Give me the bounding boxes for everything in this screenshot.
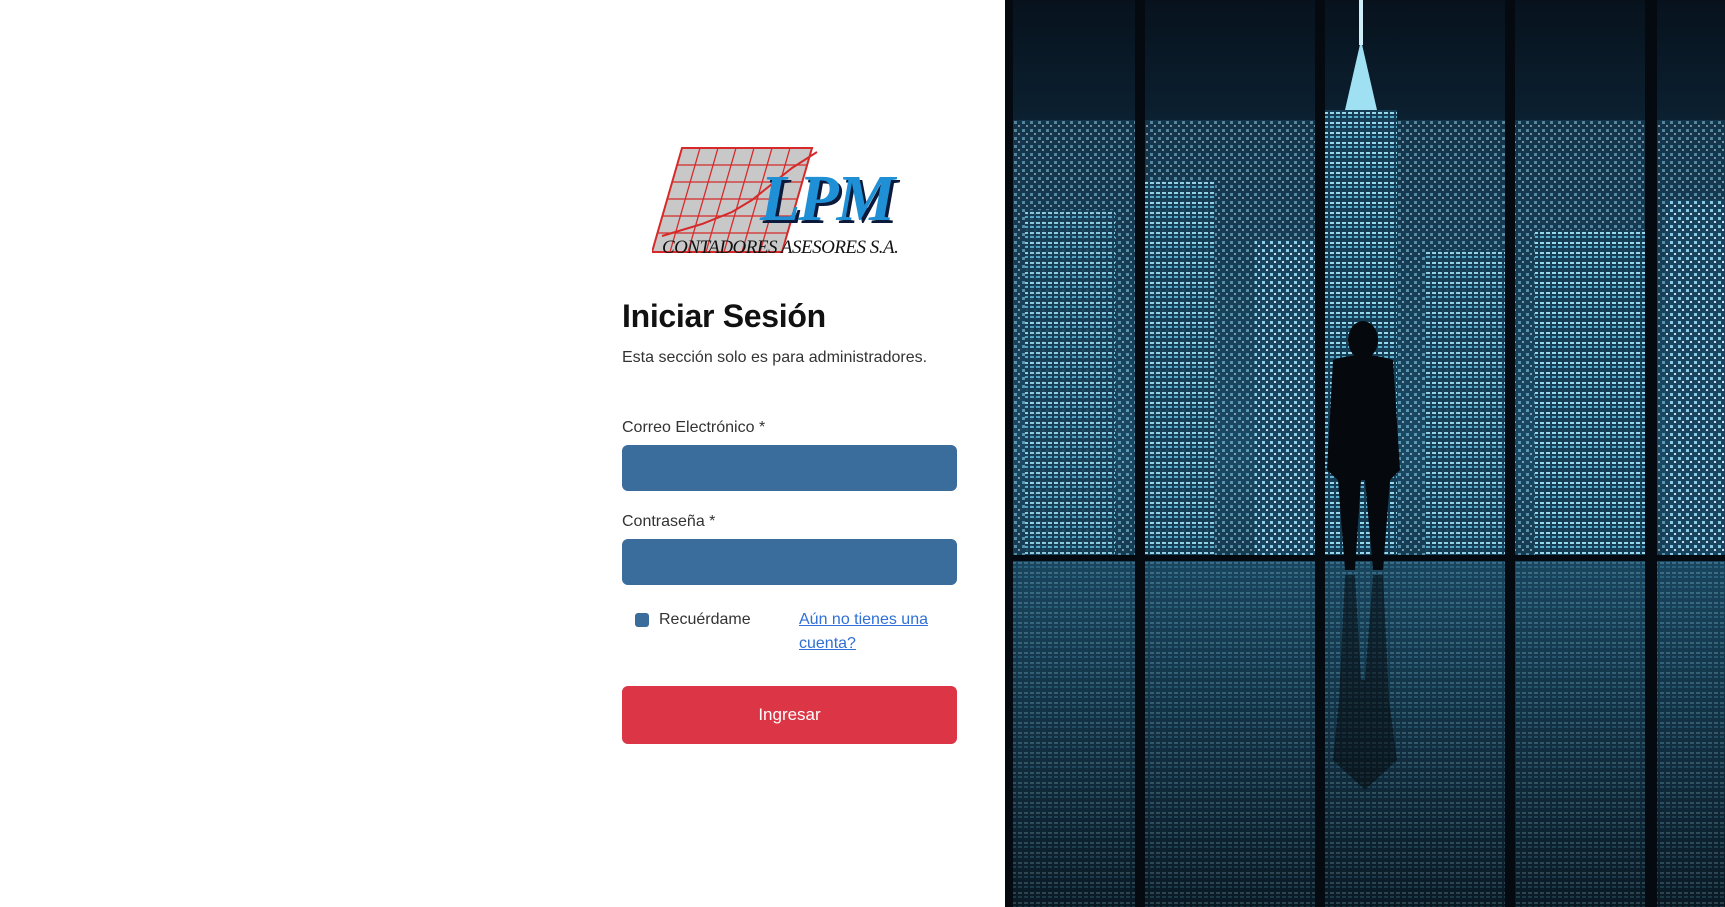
city-skyline-image	[1005, 0, 1725, 907]
login-submit-button[interactable]: Ingresar	[622, 686, 957, 744]
company-logo: LPM CONTADORES ASESORES S.A.	[652, 140, 932, 260]
login-panel: LPM CONTADORES ASESORES S.A. Iniciar Ses…	[0, 0, 1005, 907]
background-image	[1005, 0, 1725, 907]
remember-label: Recuérdame	[659, 611, 751, 628]
password-field[interactable]	[622, 539, 957, 585]
remember-me[interactable]: Recuérdame	[635, 611, 799, 629]
logo-subtitle-text: CONTADORES ASESORES S.A.	[662, 237, 899, 258]
email-label: Correo Electrónico *	[622, 419, 766, 436]
remember-checkbox[interactable]	[635, 613, 649, 627]
page-subtitle: Esta sección solo es para administradore…	[622, 349, 928, 366]
login-form: LPM CONTADORES ASESORES S.A. Iniciar Ses…	[622, 140, 957, 744]
logo-brand-text: LPM	[760, 162, 895, 235]
page-title: Iniciar Sesión	[622, 298, 826, 334]
login-page: LPM CONTADORES ASESORES S.A. Iniciar Ses…	[0, 0, 1725, 907]
email-field[interactable]	[622, 445, 957, 491]
register-link[interactable]: Aún no tienes una cuenta?	[799, 608, 949, 656]
password-label: Contraseña *	[622, 513, 716, 530]
form-options-row: Recuérdame Aún no tienes una cuenta?	[622, 611, 957, 656]
